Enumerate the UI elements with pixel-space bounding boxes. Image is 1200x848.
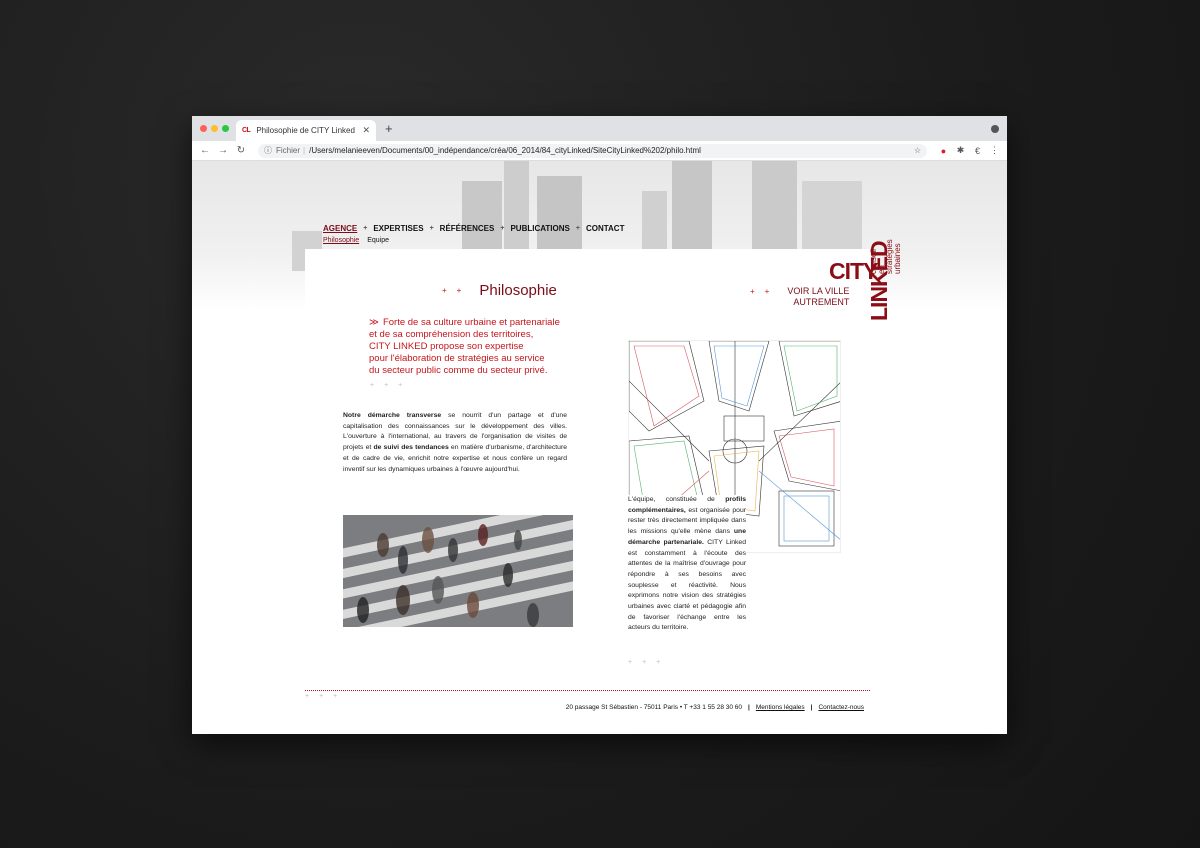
page-viewport: AGENCE + EXPERTISES + RÉFÉRENCES + PUBLI… <box>192 161 1007 734</box>
submenu-philosophie[interactable]: Philosophie <box>323 237 359 244</box>
para2-text-1: L'équipe, constituée de <box>628 496 726 503</box>
plus-decoration-icon: ++ <box>750 287 780 296</box>
menu-agence[interactable]: AGENCE <box>323 224 357 233</box>
intro-line-1: Forte de sa culture urbaine et partenari… <box>382 317 560 328</box>
favicon-icon: CL <box>242 127 251 134</box>
url-separator: | <box>303 146 306 155</box>
para2-text-3: CITY Linked est constamment à l'écoute d… <box>628 538 746 632</box>
equipe-paragraph: L'équipe, constituée de profils compléme… <box>628 495 746 635</box>
intro-quote: ≫ Forte de sa culture urbaine et partenar… <box>369 317 579 377</box>
intro-line-4: pour l'élaboration de stratégies au serv… <box>369 353 545 364</box>
intro-line-5: du secteur public comme du secteur privé… <box>369 365 548 376</box>
extension-currency-icon[interactable]: € <box>971 146 984 156</box>
footer-legal-link[interactable]: Mentions légales <box>756 704 805 711</box>
plus-divider-icon: +++ <box>305 693 348 700</box>
sub-menu: Philosophie Equipe <box>323 237 397 244</box>
back-icon[interactable]: ← <box>198 145 212 156</box>
crosswalk-crowd-photo <box>343 515 573 627</box>
close-window-button[interactable] <box>200 125 207 132</box>
submenu-equipe[interactable]: Equipe <box>367 237 389 244</box>
forward-icon[interactable]: → <box>216 145 230 156</box>
menu-contact[interactable]: CONTACT <box>586 224 625 233</box>
plus-icon: + <box>429 225 434 232</box>
para1-bold-2: de suivi des tendances <box>373 444 449 452</box>
new-tab-icon[interactable]: + <box>385 121 393 136</box>
intro-line-3: CITY LINKED propose son expertise <box>369 341 524 352</box>
tab-search-icon[interactable] <box>991 125 999 133</box>
logo-tagline: conseil en stratégies urbaines <box>869 235 902 274</box>
browser-tab[interactable]: CL Philosophie de CITY Linked ✕ <box>236 120 376 141</box>
main-menu: AGENCE + EXPERTISES + RÉFÉRENCES + PUBLI… <box>323 224 630 233</box>
city-linked-logo[interactable]: CITY LINKED conseil en stratégies urbain… <box>829 211 909 331</box>
footer-separator: | <box>810 704 813 711</box>
plus-icon: + <box>500 225 505 232</box>
tagline-line-3: urbaines <box>893 243 902 274</box>
double-chevron-icon: ≫ <box>369 317 379 328</box>
voir-la-ville-link[interactable]: ++ VOIR LA VILLE AUTREMENT <box>750 286 849 308</box>
plus-icon: + <box>575 225 580 232</box>
footer-divider <box>305 690 870 691</box>
menu-kebab-icon[interactable]: ⋮ <box>988 145 1001 156</box>
footer-address: 20 passage St Sébastien - 75011 Paris • … <box>565 704 743 711</box>
voir-line-1: VOIR LA VILLE <box>787 286 850 296</box>
menu-expertises[interactable]: EXPERTISES <box>373 224 423 233</box>
plus-decoration-icon: ++ <box>442 286 472 295</box>
voir-line-2: AUTREMENT <box>793 297 850 307</box>
demarche-paragraph: Notre démarche transverse se nourrit d'u… <box>343 411 567 475</box>
browser-window: CL Philosophie de CITY Linked ✕ + ← → ↻ … <box>192 116 1007 734</box>
tab-title: Philosophie de CITY Linked <box>256 126 355 135</box>
footer: 20 passage St Sébastien - 75011 Paris • … <box>566 704 864 711</box>
tab-bar: CL Philosophie de CITY Linked ✕ + <box>192 116 1007 141</box>
url-text: /Users/melanieeven/Documents/00_indépend… <box>309 146 701 155</box>
menu-publications[interactable]: PUBLICATIONS <box>510 224 569 233</box>
para1-bold-1: Notre démarche transverse <box>343 412 442 419</box>
close-tab-icon[interactable]: ✕ <box>362 125 370 136</box>
plus-divider-icon: +++ <box>370 382 413 389</box>
intro-line-2: et de sa compréhension des territoires, <box>369 329 534 340</box>
footer-contact-link[interactable]: Contactez-nous <box>818 704 864 711</box>
maximize-window-button[interactable] <box>222 125 229 132</box>
reload-icon[interactable]: ↻ <box>234 145 248 156</box>
url-field[interactable]: ⓘ Fichier | /Users/melanieeven/Documents… <box>258 143 927 158</box>
tagline-line-2: en stratégies <box>877 239 894 274</box>
page-title-text: Philosophie <box>479 282 557 299</box>
extension-opera-icon[interactable]: ● <box>937 146 950 156</box>
plus-divider-icon: +++ <box>628 659 671 666</box>
footer-separator: | <box>748 704 750 711</box>
menu-references[interactable]: RÉFÉRENCES <box>440 224 495 233</box>
address-bar: ← → ↻ ⓘ Fichier | /Users/melanieeven/Doc… <box>192 141 1007 161</box>
info-icon[interactable]: ⓘ <box>264 145 272 156</box>
extensions-puzzle-icon[interactable]: ✱ <box>954 145 967 156</box>
page-title: ++ Philosophie <box>442 282 557 299</box>
plus-icon: + <box>363 225 368 232</box>
bookmark-star-icon[interactable]: ☆ <box>914 146 921 155</box>
minimize-window-button[interactable] <box>211 125 218 132</box>
url-scheme: Fichier <box>276 146 301 155</box>
